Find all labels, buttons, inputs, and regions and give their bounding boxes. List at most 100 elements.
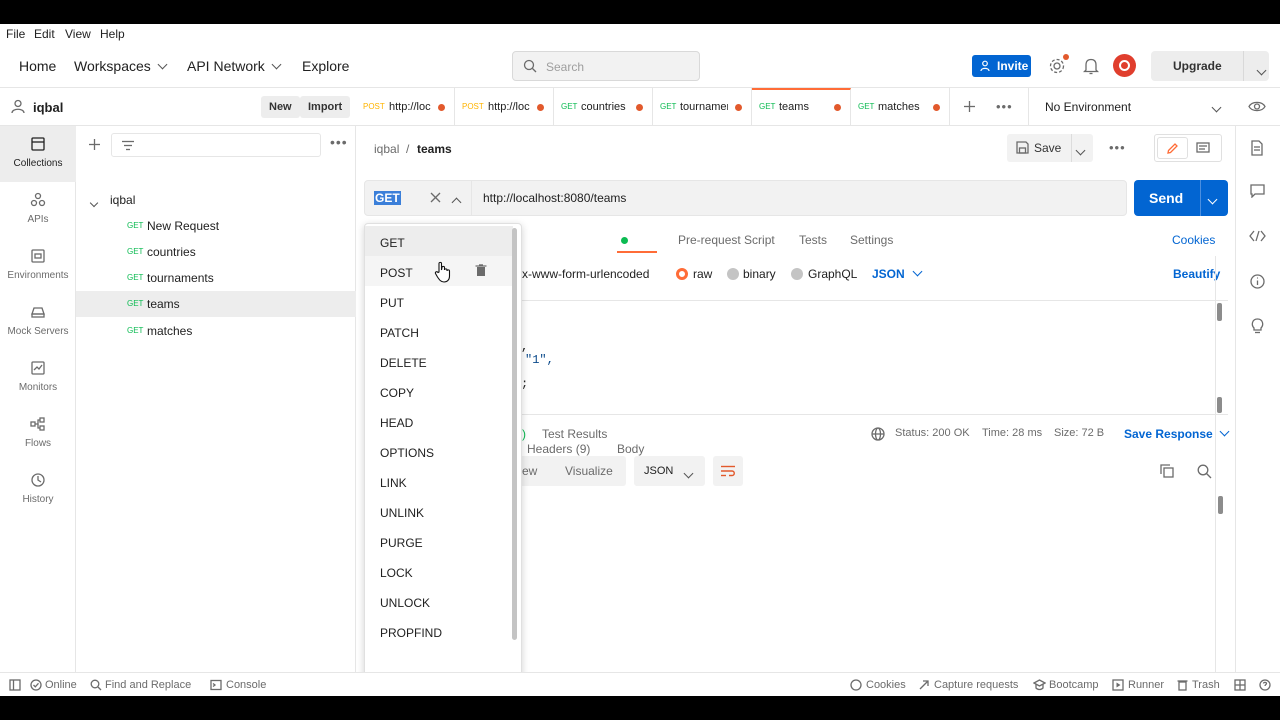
method-option-patch[interactable]: PATCH (365, 316, 513, 346)
tab-countries[interactable]: GET countries (554, 88, 653, 126)
menu-help[interactable]: Help (100, 27, 125, 41)
method-option-link[interactable]: LINK (365, 466, 513, 496)
nav-api-network[interactable]: API Network (187, 58, 282, 74)
method-option-delete[interactable]: DELETE (365, 346, 513, 376)
response-scrollbar-thumb[interactable] (1218, 496, 1223, 514)
upgrade-button[interactable]: Upgrade (1151, 51, 1269, 81)
menu-edit[interactable]: Edit (34, 27, 55, 41)
new-tab-icon[interactable] (963, 100, 976, 113)
method-selector[interactable]: GET (365, 181, 472, 215)
layout-icon[interactable] (1234, 679, 1246, 691)
list-item[interactable]: GET New Request (76, 213, 356, 239)
list-item[interactable]: GET tournaments (76, 265, 356, 291)
request-more-icon[interactable]: ••• (1109, 140, 1126, 155)
bootcamp-button[interactable]: Bootcamp (1049, 679, 1099, 691)
list-item[interactable]: GET countries (76, 239, 356, 265)
method-option-propfind[interactable]: PROPFIND (365, 616, 513, 646)
nav-explore[interactable]: Explore (302, 58, 349, 74)
find-replace-button[interactable]: Find and Replace (105, 679, 191, 691)
visualize-tab[interactable]: Visualize (565, 464, 613, 478)
response-format-select[interactable]: JSON (634, 456, 705, 486)
urlencoded-option[interactable]: x-www-form-urlencoded (522, 267, 649, 281)
tab-prerequest[interactable]: Pre-request Script (678, 233, 775, 247)
send-button[interactable]: Send (1134, 180, 1228, 216)
settings-gear-icon[interactable] (1048, 57, 1066, 75)
tab-tests[interactable]: Tests (799, 233, 827, 247)
save-response-button[interactable]: Save Response (1124, 426, 1230, 441)
method-option-put[interactable]: PUT (365, 286, 513, 316)
documentation-icon[interactable] (1250, 140, 1264, 156)
info-icon[interactable] (1250, 274, 1265, 289)
language-select[interactable]: JSON (872, 266, 923, 281)
graphql-radio[interactable] (791, 268, 803, 280)
rail-flows[interactable]: Flows (0, 406, 76, 462)
more-options-icon[interactable]: ••• (330, 134, 348, 150)
rail-history[interactable]: History (0, 462, 76, 518)
rail-environments[interactable]: Environments (0, 238, 76, 294)
sidebar-toggle-icon[interactable] (9, 679, 21, 691)
code-icon[interactable] (1249, 230, 1266, 242)
bell-icon[interactable] (1083, 57, 1099, 75)
copy-icon[interactable] (1160, 464, 1174, 478)
console-button[interactable]: Console (226, 679, 266, 691)
raw-radio[interactable] (676, 268, 688, 280)
collection-folder[interactable]: iqbal (76, 187, 356, 213)
eye-icon[interactable] (1248, 100, 1266, 113)
binary-radio[interactable] (727, 268, 739, 280)
dropdown-scrollbar[interactable] (512, 228, 517, 640)
online-status[interactable]: Online (45, 679, 77, 691)
cookies-link[interactable]: Cookies (1172, 233, 1215, 247)
avatar[interactable] (1113, 54, 1136, 77)
url-input[interactable]: http://localhost:8080/teams (483, 191, 626, 205)
invite-button[interactable]: Invite (972, 55, 1031, 77)
rail-apis[interactable]: APIs (0, 182, 76, 238)
tab-body[interactable]: Body (617, 233, 644, 456)
import-button[interactable]: Import (300, 96, 351, 118)
nav-workspaces[interactable]: Workspaces (74, 58, 168, 74)
tab-settings[interactable]: Settings (850, 233, 893, 247)
edit-mode-button[interactable] (1157, 137, 1188, 159)
editor-scrollbar-thumb[interactable] (1217, 303, 1222, 321)
method-option-purge[interactable]: PURGE (365, 526, 513, 556)
add-collection-icon[interactable] (88, 138, 101, 151)
chevron-down-icon[interactable] (1075, 145, 1086, 156)
method-option-lock[interactable]: LOCK (365, 556, 513, 586)
breadcrumb-parent[interactable]: iqbal (374, 142, 399, 156)
menu-file[interactable]: File (6, 27, 25, 41)
tab-test-results[interactable]: Test Results (542, 427, 607, 441)
method-option-unlink[interactable]: UNLINK (365, 496, 513, 526)
rail-collections[interactable]: Collections (0, 126, 76, 182)
trash-icon[interactable] (475, 264, 487, 277)
method-option-options[interactable]: OPTIONS (365, 436, 513, 466)
capture-requests-button[interactable]: Capture requests (934, 679, 1018, 691)
comments-icon[interactable] (1250, 184, 1265, 198)
list-item[interactable]: GET matches (76, 318, 356, 344)
list-item[interactable]: GET teams (76, 291, 356, 317)
preview-tab[interactable]: ew (522, 464, 537, 478)
rail-mock-servers[interactable]: Mock Servers (0, 294, 76, 350)
trash-button[interactable]: Trash (1192, 679, 1220, 691)
search-input[interactable]: Search (512, 51, 700, 81)
tab-more-icon[interactable]: ••• (996, 99, 1013, 114)
help-icon[interactable] (1259, 679, 1271, 691)
filter-input[interactable] (111, 133, 321, 157)
save-button[interactable]: Save (1007, 134, 1093, 162)
method-option-unlock[interactable]: UNLOCK (365, 586, 513, 616)
environment-selector[interactable]: No Environment (1029, 88, 1239, 126)
method-option-head[interactable]: HEAD (365, 406, 513, 436)
beautify-button[interactable]: Beautify (1173, 267, 1220, 281)
tab-post-2[interactable]: POST http://loc (455, 88, 554, 126)
tab-matches[interactable]: GET matches (851, 88, 950, 126)
search-icon[interactable] (1197, 464, 1212, 479)
tab-teams[interactable]: GET teams (752, 88, 851, 126)
nav-home[interactable]: Home (19, 58, 56, 74)
globe-icon[interactable] (871, 427, 885, 441)
rail-monitors[interactable]: Monitors (0, 350, 76, 406)
chevron-down-icon[interactable] (1207, 194, 1218, 205)
method-option-get[interactable]: GET (365, 226, 513, 256)
lightbulb-icon[interactable] (1250, 318, 1265, 334)
comment-mode-icon[interactable] (1196, 142, 1210, 155)
cookies-button[interactable]: Cookies (866, 679, 906, 691)
tab-post-1[interactable]: POST http://loc (356, 88, 455, 126)
runner-button[interactable]: Runner (1128, 679, 1164, 691)
